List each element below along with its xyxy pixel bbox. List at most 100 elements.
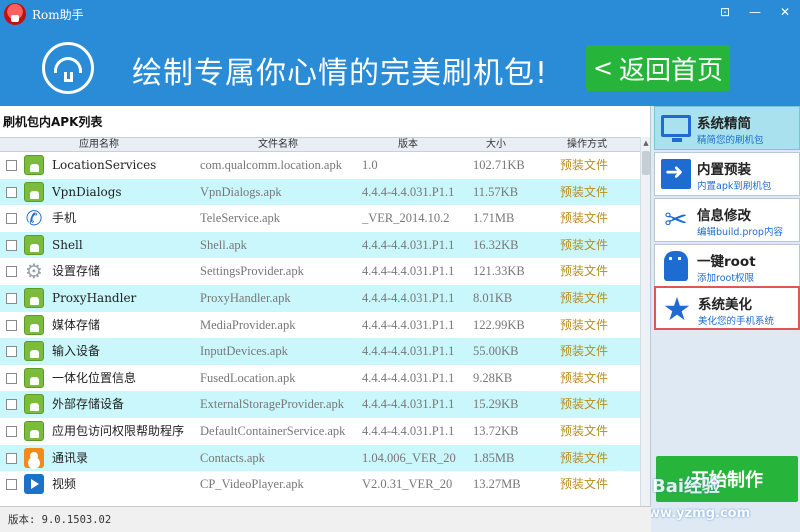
column-header-app-name[interactable]: 应用名称 (0, 138, 198, 152)
file-name-cell: SettingsProvider.apk (200, 264, 304, 279)
table-row[interactable]: LocationServices com.qualcomm.location.ap… (0, 152, 640, 179)
size-cell: 122.99KB (473, 317, 525, 332)
file-name-cell: VpnDialogs.apk (200, 184, 282, 199)
back-home-button[interactable]: < 返回首页 (586, 45, 730, 91)
android-icon (24, 234, 44, 255)
banner-slogan: 绘制专属你心情的完美刷机包! (132, 56, 549, 91)
app-name-cell: LocationServices (52, 158, 157, 172)
action-cell[interactable]: 预装文件 (560, 418, 620, 444)
row-checkbox[interactable] (6, 213, 17, 225)
app-name-cell: 手机 (52, 211, 77, 226)
row-checkbox[interactable] (6, 292, 17, 304)
app-name-cell: Shell (52, 237, 83, 252)
table-row[interactable]: VpnDialogs VpnDialogs.apk 4.4.4-4.4.031.P1… (0, 178, 640, 206)
action-cell[interactable]: 预装文件 (560, 232, 620, 258)
app-name-cell: 媒体存储 (52, 317, 101, 332)
back-home-label: 返回首页 (619, 55, 724, 86)
window-title: Rom助手 (32, 7, 84, 22)
column-header-version[interactable]: 版本 (358, 138, 458, 152)
sidebar-item-one-key-root[interactable]: 一键root 添加root权限 (654, 244, 800, 288)
file-name-cell: com.qualcomm.location.apk (200, 158, 342, 172)
row-checkbox[interactable] (6, 479, 17, 491)
table-row[interactable]: 媒体存储 MediaProvider.apk 4.4.4-4.4.031.P1.1 1… (0, 312, 640, 339)
table-row[interactable]: ⚙ 设置存储 SettingsProvider.apk 4.4.4-4.4.031.P… (0, 258, 640, 285)
table-row[interactable]: 通讯录 Contacts.apk 1.04.006_VER_20 1.85MB 预装文件 (0, 444, 640, 472)
column-header-size[interactable]: 大小 (458, 138, 534, 152)
sidebar-item-system-slim[interactable]: 系统精简 精简您的刷机包 (654, 106, 800, 150)
version-cell: 1.0 (362, 158, 378, 172)
size-cell: 121.33KB (473, 264, 525, 279)
action-cell[interactable]: 预装文件 (560, 152, 620, 178)
table-header: 应用名称 文件名称 版本 大小 操作方式 (0, 137, 640, 152)
install-icon (661, 159, 691, 189)
table-row[interactable]: Shell Shell.apk 4.4.4-4.4.031.P1.1 16.32KB 预… (0, 231, 640, 259)
sidebar-item-title: 信息修改 (697, 208, 751, 224)
row-checkbox[interactable] (6, 425, 17, 437)
row-checkbox[interactable] (6, 186, 17, 198)
scrollbar-thumb[interactable] (642, 151, 650, 175)
table-row[interactable]: 视频 CP_VideoPlayer.apk V2.0.31_VER_20 13.27M… (0, 471, 640, 498)
video-icon (24, 474, 44, 495)
row-checkbox[interactable] (6, 399, 17, 411)
row-checkbox[interactable] (6, 372, 17, 384)
row-checkbox[interactable] (6, 319, 17, 331)
action-cell[interactable]: 预装文件 (560, 312, 620, 338)
size-cell: 55.00KB (473, 344, 519, 359)
android-icon (24, 155, 44, 175)
file-name-cell: ExternalStorageProvider.apk (200, 397, 345, 412)
action-cell[interactable]: 预装文件 (560, 205, 620, 231)
sidebar-item-title: 系统美化 (698, 297, 752, 313)
sidebar-item-info-edit[interactable]: ✂ 信息修改 编辑build.prop内容 (654, 198, 800, 242)
app-name-cell: 设置存储 (52, 264, 101, 279)
row-checkbox[interactable] (6, 266, 17, 278)
action-cell[interactable]: 预装文件 (560, 391, 620, 417)
table-row[interactable]: 输入设备 InputDevices.apk 4.4.4-4.4.031.P1.1 55… (0, 338, 640, 365)
table-row[interactable]: 一体化位置信息 FusedLocation.apk 4.4.4-4.4.031.P1… (0, 365, 640, 392)
row-checkbox[interactable] (6, 160, 17, 171)
table-row[interactable]: ProxyHandler ProxyHandler.apk 4.4.4-4.4.03… (0, 284, 640, 312)
action-cell[interactable]: 预装文件 (560, 338, 620, 364)
action-cell[interactable]: 预装文件 (560, 179, 620, 205)
row-checkbox[interactable] (6, 239, 17, 251)
action-cell[interactable]: 预装文件 (560, 285, 620, 311)
row-checkbox[interactable] (6, 346, 17, 358)
sidebar-item-title: 内置预装 (697, 162, 751, 178)
mushroom-logo-icon (4, 3, 26, 25)
table-row[interactable]: 应用包访问权限帮助程序 DefaultContainerService.apk 4.… (0, 418, 640, 445)
sidebar-item-subtitle: 添加root权限 (697, 273, 755, 284)
table-row[interactable]: 外部存储设备 ExternalStorageProvider.apk 4.4.4-4… (0, 391, 640, 418)
version-label: 版本: 9.0.1503.02 (8, 514, 112, 526)
version-cell: 4.4.4-4.4.031.P1.1 (362, 344, 455, 359)
app-name-cell: 视频 (52, 477, 77, 492)
android-robot-icon (664, 251, 688, 281)
column-header-action[interactable]: 操作方式 (534, 138, 640, 152)
version-cell: 4.4.4-4.4.031.P1.1 (362, 290, 455, 305)
size-cell: 1.71MB (473, 211, 515, 226)
file-name-cell: MediaProvider.apk (200, 317, 296, 332)
action-cell[interactable]: 预装文件 (560, 365, 620, 391)
size-cell: 102.71KB (473, 158, 525, 172)
table-row[interactable]: ✆ 手机 TeleService.apk _VER_2014.10.2 1.71MB 预装… (0, 205, 640, 232)
minimize-button[interactable]: — (740, 0, 770, 24)
sidebar-item-system-beautify[interactable]: ★ 系统美化 美化您的手机系统 (654, 286, 800, 330)
version-cell: 4.4.4-4.4.031.P1.1 (362, 184, 455, 199)
contacts-icon (24, 447, 44, 468)
sidebar-item-title: 系统精简 (697, 116, 751, 132)
android-icon (24, 394, 44, 415)
scroll-up-arrow-icon[interactable]: ▲ (641, 137, 650, 149)
file-name-cell: DefaultContainerService.apk (200, 423, 346, 438)
row-checkbox[interactable] (6, 452, 17, 464)
app-name-cell: ProxyHandler (52, 290, 137, 305)
action-cell[interactable]: 预装文件 (560, 258, 620, 284)
version-cell: _VER_2014.10.2 (362, 211, 450, 226)
version-cell: 1.04.006_VER_20 (362, 450, 456, 465)
column-header-file-name[interactable]: 文件名称 (198, 138, 358, 152)
file-name-cell: Contacts.apk (200, 450, 265, 465)
close-button[interactable]: ✕ (770, 0, 800, 24)
restore-button[interactable]: ⊡ (710, 0, 740, 24)
vertical-scrollbar[interactable]: ▲ (640, 137, 650, 506)
phone-icon: ✆ (25, 206, 43, 231)
monitor-icon (661, 115, 691, 142)
sidebar-item-builtin-preinstall[interactable]: 内置预装 内置apk到刷机包 (654, 152, 800, 196)
size-cell: 1.85MB (473, 450, 515, 465)
